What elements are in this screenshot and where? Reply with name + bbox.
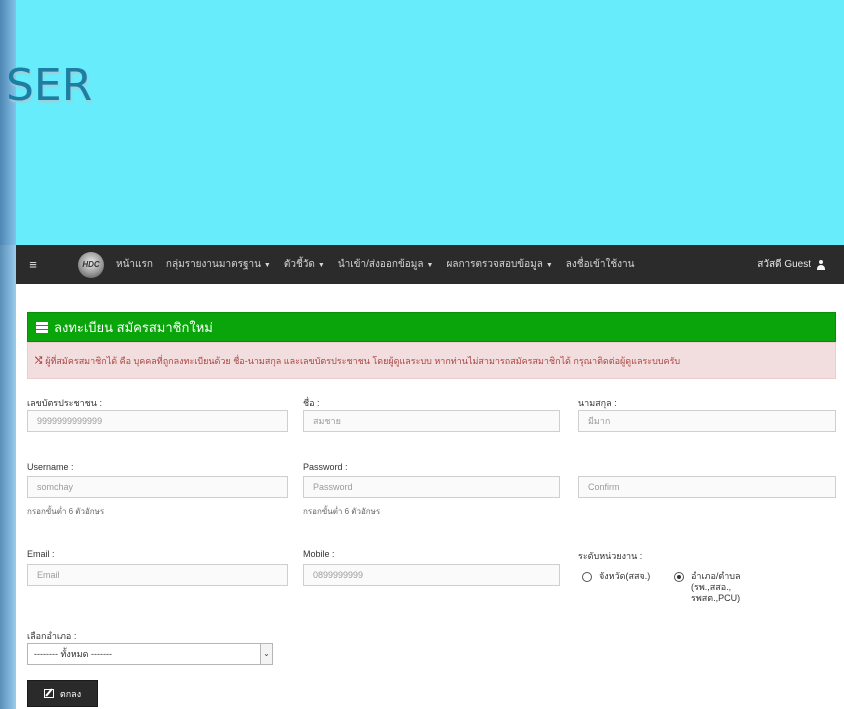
- cid-label: เลขบัตรประชาชน :: [27, 398, 102, 408]
- mobile-input[interactable]: 0899999999: [303, 564, 560, 586]
- cid-input[interactable]: 9999999999999: [27, 410, 288, 432]
- submit-button[interactable]: ตกลง: [27, 680, 98, 707]
- info-alert: ⤭ ผู้ที่สมัครสมาชิกได้ คือ บุคคลที่ถูกลง…: [27, 342, 836, 379]
- registration-content: ลงทะเบียน สมัครสมาชิกใหม่ ⤭ ผู้ที่สมัครส…: [16, 284, 844, 709]
- alert-text: ผู้ที่สมัครสมาชิกได้ คือ บุคคลที่ถูกลงทะ…: [45, 355, 681, 366]
- level-radio-province[interactable]: จังหวัด(สสจ.): [582, 571, 650, 582]
- nav-item-standard-reports[interactable]: กลุ่มรายงานมาตรฐาน ▼: [166, 257, 271, 272]
- email-label: Email :: [27, 549, 55, 559]
- logo-text: HDC: [82, 260, 100, 269]
- caret-down-icon: ▼: [317, 262, 325, 269]
- password-label: Password :: [303, 462, 348, 472]
- left-rail-top: [0, 0, 16, 245]
- edit-icon: [43, 689, 54, 698]
- hamburger-icon[interactable]: ≡: [18, 257, 48, 272]
- nav-item-indicators[interactable]: ตัวชี้วัด ▼: [284, 257, 325, 272]
- username-help: กรอกขั้นต่ำ 6 ตัวอักษร: [27, 507, 105, 516]
- top-navbar: ≡ HDC หน้าแรก กลุ่มรายงานมาตรฐาน ▼ ตัวชี้…: [16, 245, 844, 284]
- submit-label: ตกลง: [59, 688, 82, 699]
- radio-checked-icon[interactable]: [674, 572, 684, 582]
- list-icon: [36, 321, 48, 333]
- district-select[interactable]: -------- ทั้งหมด ------- ⌄: [27, 643, 273, 665]
- shuffle-icon: ⤭: [35, 355, 43, 365]
- hdc-logo[interactable]: HDC: [78, 251, 104, 278]
- fname-input[interactable]: สมชาย: [303, 410, 560, 432]
- password-help: กรอกขั้นต่ำ 6 ตัวอักษร: [303, 507, 381, 516]
- district-label: เลือกอำเภอ :: [27, 631, 77, 641]
- nav-item-import-export[interactable]: นำเข้า/ส่งออกข้อมูล ▼: [338, 257, 434, 272]
- caret-down-icon: ▼: [545, 262, 553, 269]
- header-banner: SER: [6, 0, 844, 245]
- panel-title: ลงทะเบียน สมัครสมาชิกใหม่: [54, 319, 213, 335]
- confirm-password-input[interactable]: Confirm: [578, 476, 836, 498]
- email-input[interactable]: Email: [27, 564, 288, 586]
- username-label: Username :: [27, 462, 74, 472]
- lname-label: นามสกุล :: [578, 398, 617, 408]
- username-input[interactable]: somchay: [27, 476, 288, 498]
- mobile-label: Mobile :: [303, 549, 335, 559]
- user-icon: [816, 259, 826, 270]
- nav-item-data-check[interactable]: ผลการตรวจสอบข้อมูล ▼: [446, 257, 552, 272]
- banner-title: SER: [6, 60, 93, 111]
- nav-item-home[interactable]: หน้าแรก: [116, 257, 153, 272]
- level-label: ระดับหน่วยงาน :: [578, 551, 643, 561]
- panel-heading: ลงทะเบียน สมัครสมาชิกใหม่: [27, 312, 836, 342]
- caret-down-icon: ▼: [426, 262, 434, 269]
- chevron-down-icon[interactable]: ⌄: [260, 644, 272, 664]
- district-selected-value: -------- ทั้งหมด -------: [34, 649, 112, 659]
- user-greeting: สวัสดี Guest: [757, 259, 811, 270]
- level-radio-district[interactable]: อำเภอ/ตำบล (รพ.,สสอ., รพสต.,PCU): [674, 571, 754, 604]
- caret-down-icon: ▼: [263, 262, 271, 269]
- nav-item-login[interactable]: ลงชื่อเข้าใช้งาน: [566, 257, 635, 272]
- lname-input[interactable]: มีมาก: [578, 410, 836, 432]
- user-menu[interactable]: สวัสดี Guest: [757, 257, 826, 272]
- password-input[interactable]: Password: [303, 476, 560, 498]
- fname-label: ชื่อ :: [303, 398, 320, 408]
- radio-unchecked-icon[interactable]: [582, 572, 592, 582]
